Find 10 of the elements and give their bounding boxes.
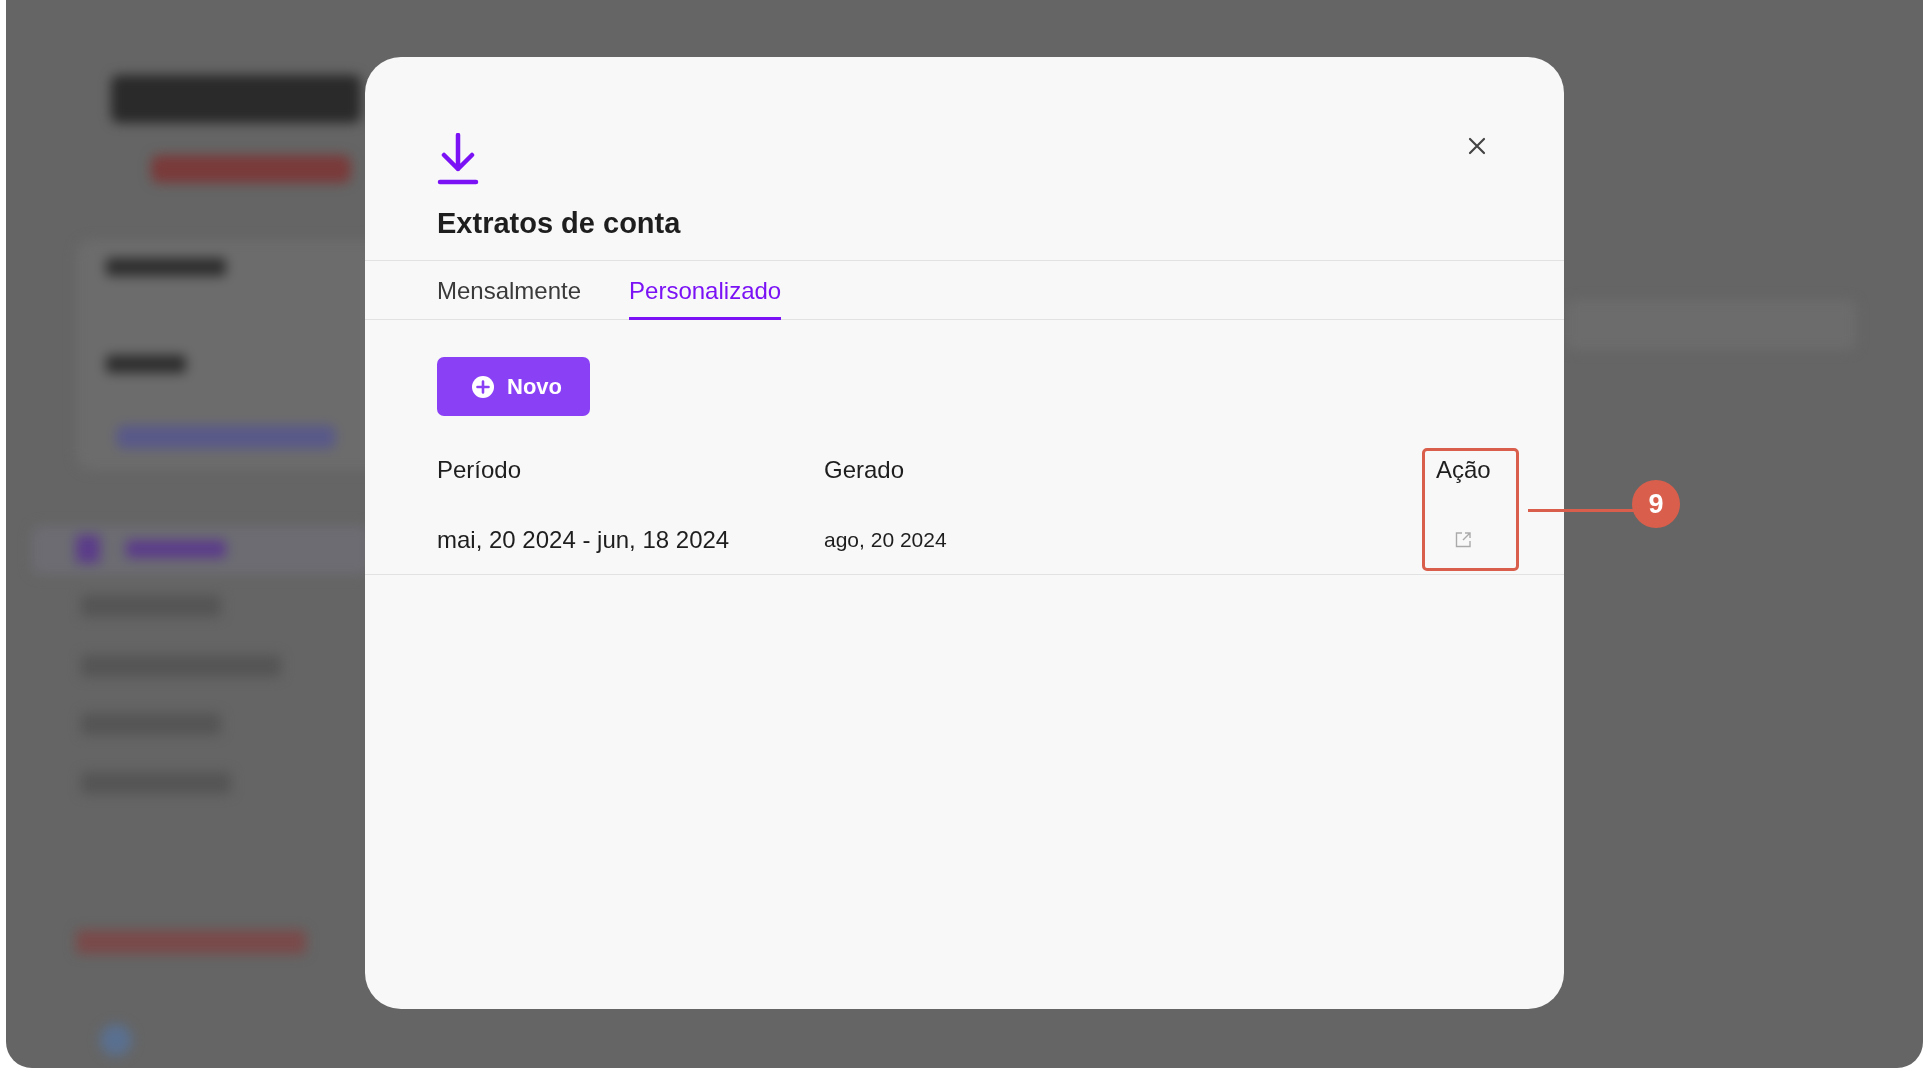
period-cell: mai, 20 2024 - jun, 18 2024 bbox=[437, 526, 730, 554]
tab[interactable]: Personalizado bbox=[629, 261, 782, 320]
column-header: Ação bbox=[1436, 455, 1492, 485]
dialog-title: Extratos de conta bbox=[437, 207, 682, 240]
step-number: 9 bbox=[1632, 480, 1680, 528]
generated-cell: ago, 20 2024 bbox=[824, 528, 947, 552]
column-header: Gerado bbox=[824, 455, 906, 485]
tab[interactable]: Mensalmente bbox=[437, 261, 582, 320]
column-header: Período bbox=[437, 455, 523, 485]
new-button[interactable]: Novo bbox=[437, 357, 590, 416]
